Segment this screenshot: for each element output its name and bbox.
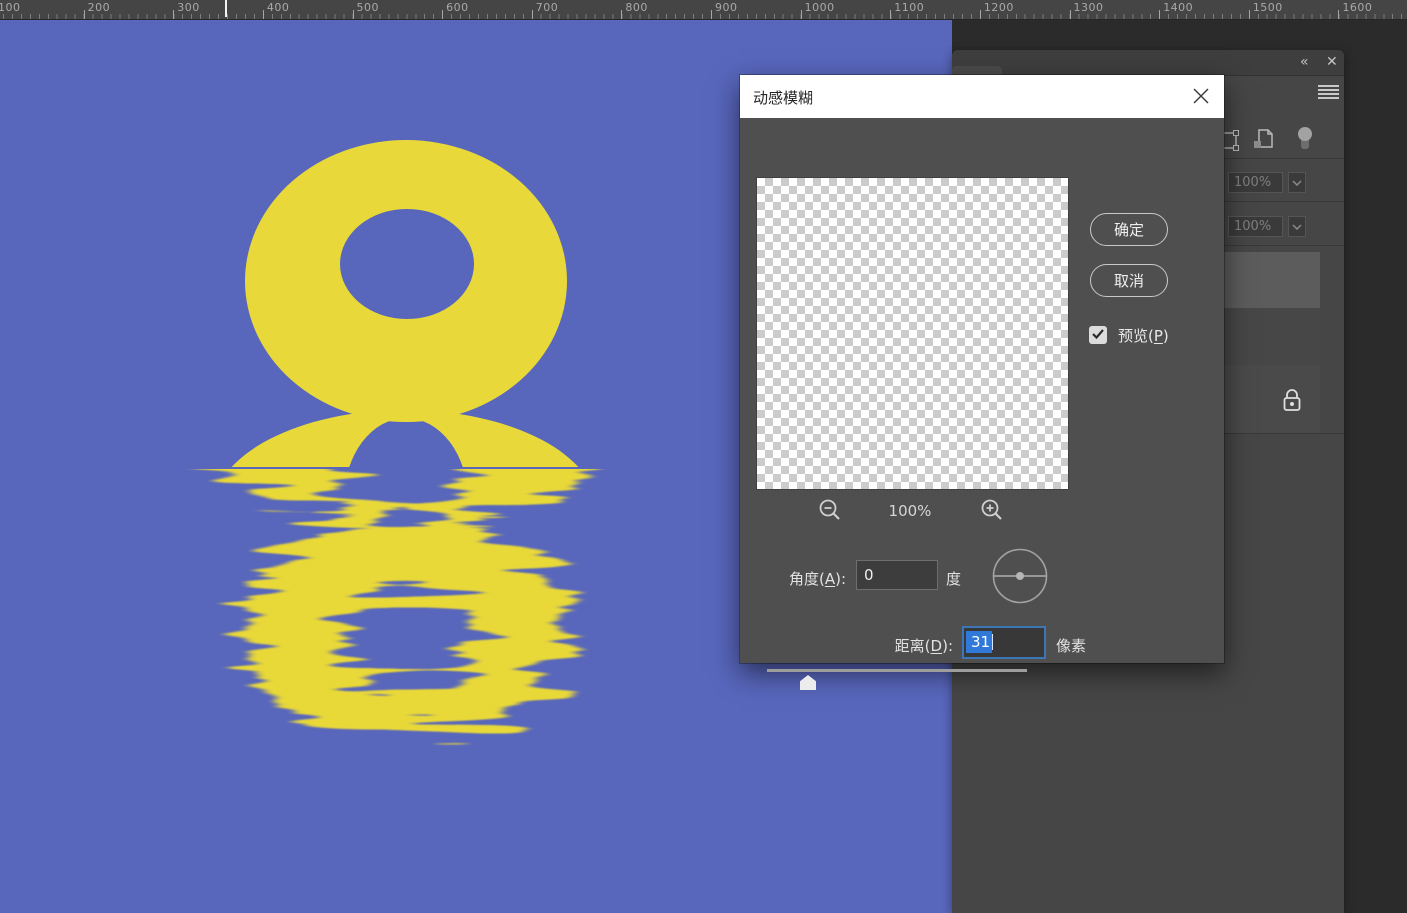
ruler-major-tick: [1338, 10, 1339, 19]
ruler-major-tick: [353, 10, 354, 19]
ruler-major-label: 900: [715, 1, 738, 14]
ruler-major-tick: [532, 10, 533, 19]
ruler-minor-ticks: [0, 14, 1407, 19]
ruler-major-tick: [1159, 10, 1160, 19]
photoshop-workspace: 100 200 300 400 500 600 700 800 900 1000 1100 1200 1…: [0, 0, 1407, 913]
ruler-major-tick: [980, 10, 981, 19]
ruler-major-tick: [173, 10, 174, 19]
ruler-major-tick: [1070, 10, 1071, 19]
ruler-major-label: 100: [0, 1, 21, 14]
distance-label: 距离(D):: [850, 635, 953, 656]
chevron-down-icon: [1292, 180, 1302, 186]
opacity-dropdown-1[interactable]: [1288, 172, 1306, 193]
ruler-major-tick: [1249, 10, 1250, 19]
dialog-titlebar[interactable]: 动感模糊: [740, 75, 1224, 118]
panel-menu-icon[interactable]: [1318, 85, 1339, 101]
zoom-out-icon[interactable]: [818, 498, 842, 522]
panel-header: « ✕: [952, 50, 1344, 76]
selected-text: 31: [966, 631, 992, 653]
ruler-major-label: 1600: [1342, 1, 1372, 14]
cancel-button[interactable]: 取消: [1090, 264, 1168, 297]
ruler-major-label: 700: [536, 1, 559, 14]
lock-icon[interactable]: [1282, 388, 1302, 412]
opacity-field-2[interactable]: 100%: [1228, 216, 1283, 237]
ruler-major-label: 1000: [805, 1, 835, 14]
angle-label: 角度(A):: [750, 568, 846, 589]
distance-unit-label: 像素: [1056, 635, 1086, 656]
ruler-major-tick: [890, 10, 891, 19]
ruler-major-tick: [84, 10, 85, 19]
pin-icon[interactable]: [1296, 126, 1314, 152]
ruler-major-label: 300: [177, 1, 200, 14]
ruler-major-label: 1100: [894, 1, 924, 14]
distance-input[interactable]: 31: [962, 626, 1046, 659]
ruler-major-label: 800: [625, 1, 648, 14]
opacity-field-1[interactable]: 100%: [1228, 172, 1283, 193]
dialog-body: 100% 确定 取消 预览(P) 角度(A): 0 度: [740, 118, 1224, 663]
ruler-major-label: 1400: [1163, 1, 1193, 14]
checkmark-icon: [1092, 329, 1104, 339]
dialog-title: 动感模糊: [753, 87, 813, 108]
ruler-major-tick: [442, 10, 443, 19]
angle-unit-label: 度: [946, 568, 961, 589]
ruler-major-label: 200: [88, 1, 111, 14]
preview-zoom-level: 100%: [860, 502, 960, 520]
ruler-major-tick: [801, 10, 802, 19]
ruler-major-label: 1300: [1074, 1, 1104, 14]
ruler-major-label: 400: [267, 1, 290, 14]
chevron-down-icon: [1292, 224, 1302, 230]
close-panel-icon[interactable]: ✕: [1326, 52, 1338, 72]
zoom-in-icon[interactable]: [980, 498, 1004, 522]
ruler-major-tick: [711, 10, 712, 19]
angle-input[interactable]: 0: [856, 560, 938, 590]
duplicate-layer-icon[interactable]: [1252, 128, 1274, 152]
text-caret: [992, 634, 993, 650]
ruler-major-label: 1500: [1253, 1, 1283, 14]
opacity-dropdown-2[interactable]: [1288, 216, 1306, 237]
ruler-major-label: 600: [446, 1, 469, 14]
dialog-close-icon[interactable]: [1192, 87, 1210, 105]
filter-preview-area[interactable]: [757, 178, 1068, 489]
preview-checkbox-label[interactable]: 预览(P): [1118, 325, 1169, 346]
ruler-major-tick: [621, 10, 622, 19]
motion-blur-dialog: 动感模糊 100% 确定 取消: [740, 75, 1224, 663]
ruler-major-label: 1200: [984, 1, 1014, 14]
angle-dial[interactable]: [992, 548, 1048, 604]
ruler-major-label: 500: [357, 1, 380, 14]
horizontal-ruler[interactable]: 100 200 300 400 500 600 700 800 900 1000 1100 1200 1…: [0, 0, 1407, 20]
distance-slider-track[interactable]: [767, 669, 1027, 672]
preview-checkbox[interactable]: [1089, 326, 1107, 344]
ruler-major-tick: [263, 10, 264, 19]
collapse-panel-icon[interactable]: «: [1300, 52, 1309, 72]
ok-button[interactable]: 确定: [1090, 213, 1168, 246]
ruler-cursor-marker: [225, 0, 227, 17]
